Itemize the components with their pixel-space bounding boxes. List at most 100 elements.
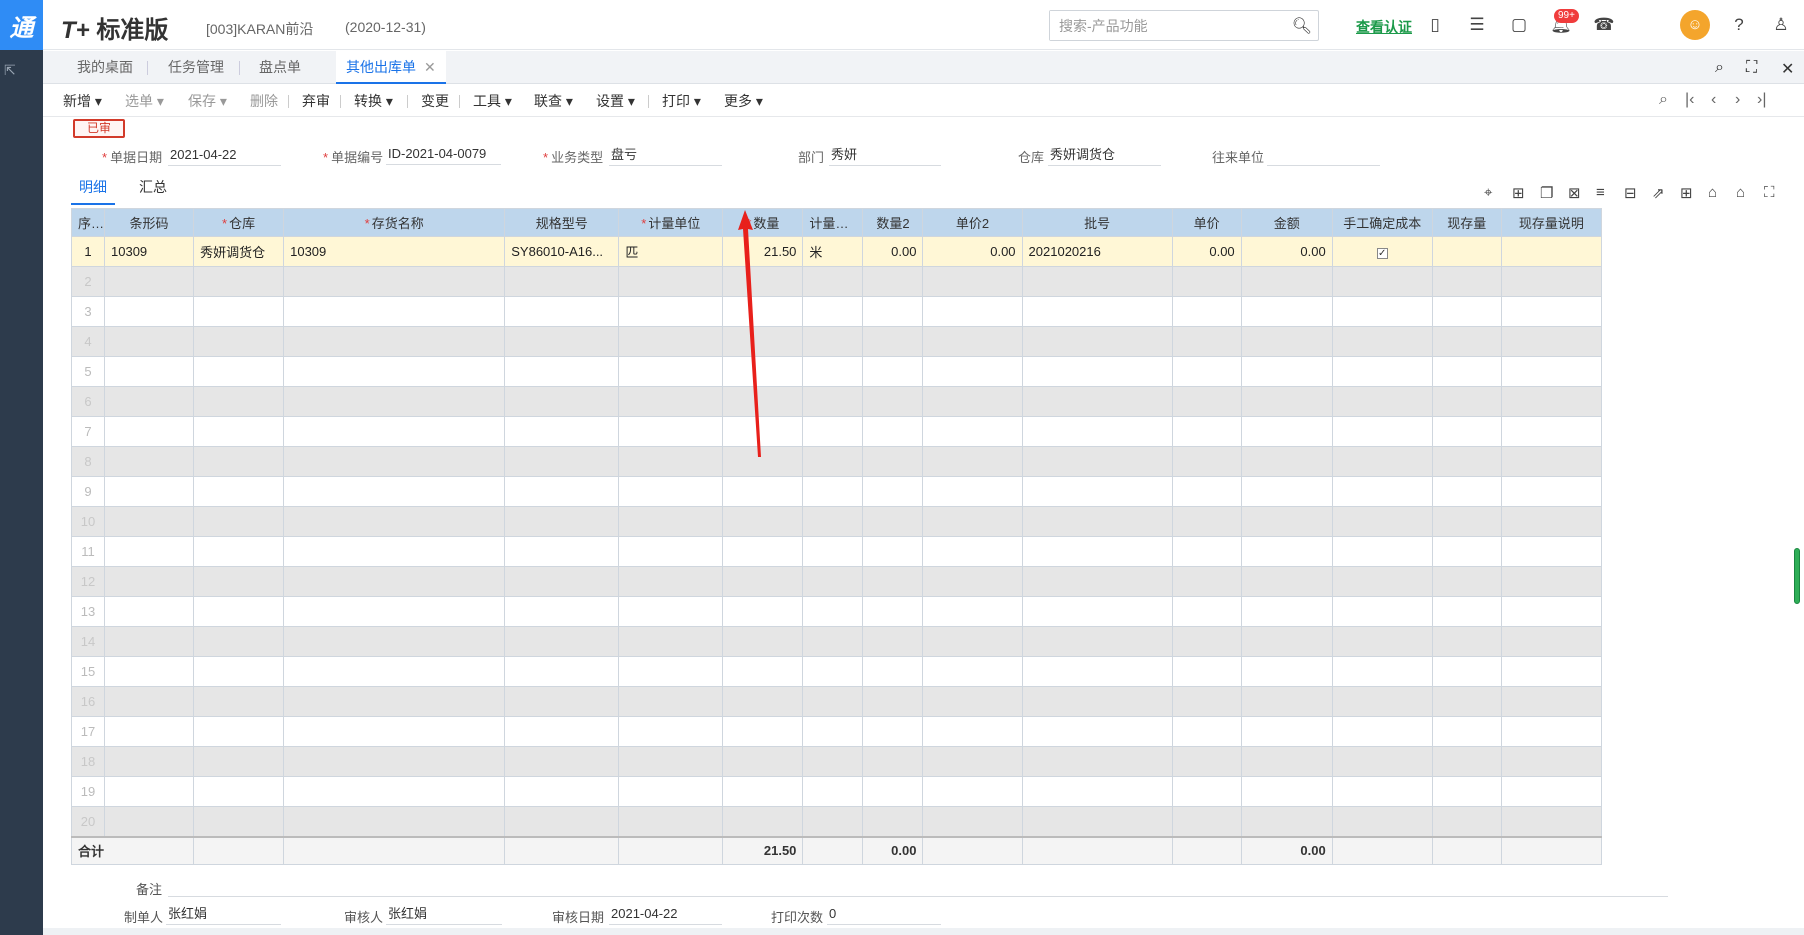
grid-cell[interactable] — [722, 656, 804, 687]
grid-cell[interactable] — [104, 686, 195, 717]
user-icon[interactable]: ♙ — [1770, 14, 1792, 36]
grid-cell[interactable] — [104, 296, 195, 327]
grid-cell[interactable] — [1500, 296, 1603, 327]
grid-cell[interactable] — [862, 596, 924, 627]
grid-cell[interactable] — [193, 506, 285, 537]
column-header[interactable]: * 存货名称 — [283, 208, 506, 237]
grid-cell[interactable] — [1431, 596, 1502, 627]
table-row[interactable]: 1 10309 秀妍调货仓 10309 SY86010-A16... 匹 21.… — [70, 236, 1603, 267]
grid-cell[interactable] — [1171, 566, 1242, 597]
grid-cell[interactable] — [862, 806, 924, 837]
grid-cell[interactable] — [1500, 716, 1603, 747]
grid-cell[interactable] — [1500, 266, 1603, 297]
grid-cell[interactable] — [722, 536, 804, 567]
checklist-icon[interactable]: ☰ — [1466, 14, 1488, 36]
tools-button[interactable]: 工具 ▾ — [473, 91, 512, 111]
grid-cell[interactable] — [618, 536, 724, 567]
grid-cell[interactable] — [193, 686, 285, 717]
grid-cell[interactable] — [1331, 536, 1433, 567]
grid-cell[interactable] — [504, 776, 620, 807]
grid-cell[interactable] — [618, 656, 724, 687]
grid-cell[interactable] — [922, 476, 1023, 507]
grid-cell[interactable] — [1431, 356, 1502, 387]
table-row[interactable]: 14 — [70, 626, 1603, 657]
grid-cell[interactable] — [504, 716, 620, 747]
grid-cell[interactable] — [1431, 446, 1502, 477]
grid-cell[interactable] — [922, 386, 1023, 417]
grid-cell[interactable] — [922, 716, 1023, 747]
grid-cell[interactable] — [283, 446, 506, 477]
grid-cell[interactable] — [283, 296, 506, 327]
quantity2-cell[interactable]: 0.00 — [862, 236, 924, 267]
grid-cell[interactable] — [862, 746, 924, 777]
grid-cell[interactable] — [193, 596, 285, 627]
grid-cell[interactable] — [722, 596, 804, 627]
grid-cell[interactable] — [1240, 626, 1333, 657]
grid-cell[interactable] — [193, 326, 285, 357]
grid-cell[interactable] — [802, 776, 864, 807]
grid-cell[interactable] — [722, 686, 804, 717]
warehouse-cell[interactable]: 秀妍调货仓 — [193, 236, 285, 267]
select-button[interactable]: 选单 ▾ — [125, 91, 164, 111]
table-row[interactable]: 10 — [70, 506, 1603, 537]
grid-cell[interactable] — [1500, 686, 1603, 717]
table-row[interactable]: 6 — [70, 386, 1603, 417]
grid-cell[interactable] — [1331, 806, 1433, 837]
grid-cell[interactable] — [1171, 536, 1242, 567]
grid-cell[interactable] — [1021, 506, 1173, 537]
grid-cell[interactable] — [1500, 746, 1603, 777]
grid-cell[interactable] — [1171, 506, 1242, 537]
grid-cell[interactable] — [1331, 446, 1433, 477]
grid-cell[interactable] — [922, 326, 1023, 357]
grid-cell[interactable] — [618, 626, 724, 657]
grid-cell[interactable] — [104, 416, 195, 447]
grid-cell[interactable] — [504, 506, 620, 537]
grid-cell[interactable] — [922, 416, 1023, 447]
grid-cell[interactable] — [1500, 446, 1603, 477]
table-row[interactable]: 3 — [70, 296, 1603, 327]
grid-cell[interactable] — [504, 326, 620, 357]
grid-cell[interactable] — [802, 416, 864, 447]
grid-cell[interactable] — [1431, 716, 1502, 747]
grid-cell[interactable] — [1240, 446, 1333, 477]
column-header[interactable]: 单价 — [1171, 208, 1242, 237]
page-scrollbar[interactable] — [1794, 548, 1800, 604]
column-header[interactable]: 计量单位2 — [802, 208, 864, 237]
new-button[interactable]: 新增 ▾ — [63, 91, 102, 111]
grid-cell[interactable] — [1021, 806, 1173, 837]
grid-cell[interactable] — [283, 716, 506, 747]
avatar[interactable]: ☺ — [1680, 10, 1710, 40]
search-icon[interactable]: ⌕ — [1715, 59, 1724, 77]
grid-cell[interactable] — [722, 626, 804, 657]
manual-cost-checkbox[interactable]: ✓ — [1376, 248, 1388, 259]
manual-cost-cell[interactable]: ✓ — [1331, 236, 1433, 267]
table-row[interactable]: 5 — [70, 356, 1603, 387]
column-header[interactable]: 单价2 — [922, 208, 1023, 237]
grid-cell[interactable] — [504, 296, 620, 327]
code-field[interactable]: ID-2021-04-0079 — [386, 145, 501, 165]
grid-cell[interactable] — [1500, 776, 1603, 807]
table-row[interactable]: 9 — [70, 476, 1603, 507]
grid-cell[interactable] — [1171, 656, 1242, 687]
batch-edit-icon[interactable]: ≡ — [1596, 184, 1605, 201]
barcode-cell[interactable]: 10309 — [104, 236, 195, 267]
unit2-cell[interactable]: 米 — [802, 236, 864, 267]
feedback-icon[interactable]: ▢ — [1508, 14, 1530, 36]
grid-cell[interactable] — [193, 386, 285, 417]
grid-cell[interactable] — [1240, 356, 1333, 387]
grid-cell[interactable] — [283, 566, 506, 597]
grid-cell[interactable] — [802, 506, 864, 537]
grid-cell[interactable] — [618, 386, 724, 417]
table-row[interactable]: 13 — [70, 596, 1603, 627]
grid-cell[interactable] — [618, 446, 724, 477]
column-header[interactable]: * 计量单位 — [618, 208, 724, 237]
tab-stocktake[interactable]: 盘点单 — [249, 51, 311, 84]
grid-cell[interactable] — [193, 806, 285, 837]
tab-summary[interactable]: 汇总 — [139, 177, 167, 197]
table-row[interactable]: 17 — [70, 716, 1603, 747]
partner-field[interactable] — [1267, 146, 1380, 166]
grid-cell[interactable] — [862, 656, 924, 687]
grid-cell[interactable] — [1171, 806, 1242, 837]
tab-other-outbound[interactable]: 其他出库单 ✕ — [336, 51, 446, 84]
grid-cell[interactable] — [1021, 326, 1173, 357]
